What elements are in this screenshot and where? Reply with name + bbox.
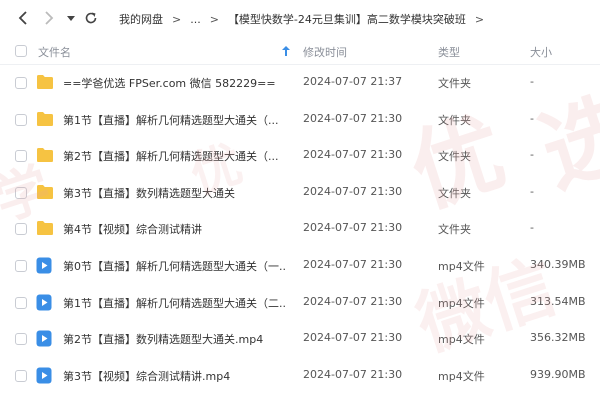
file-modified-time: 2024-07-07 21:30 (303, 184, 403, 198)
video-icon (36, 294, 54, 311)
file-modified-time: 2024-07-07 21:30 (303, 294, 403, 308)
video-icon (36, 257, 54, 274)
column-header-type[interactable]: 类型 (438, 44, 460, 60)
row-checkbox[interactable] (15, 260, 27, 272)
file-name[interactable]: 第1节【直播】解析几何精选题型大通关（二... (63, 295, 285, 311)
file-type: 文件夹 (438, 150, 471, 164)
file-type: 文件夹 (438, 223, 471, 237)
row-checkbox[interactable] (15, 369, 27, 382)
file-type: mp4文件 (438, 260, 485, 273)
folder-row[interactable]: 第1节【直播】解析几何精选题型大通关（... 2024-07-07 21:30 … (0, 102, 600, 138)
file-modified-time: 2024-07-07 21:30 (303, 331, 403, 345)
breadcrumb-item-home[interactable]: 我的网盘 (119, 11, 163, 27)
folder-icon (36, 111, 54, 128)
file-row[interactable]: 第1节【直播】解析几何精选题型大通关（二... 2024-07-07 21:30… (0, 285, 600, 321)
file-name[interactable]: 第4节【视频】综合测试精讲 (63, 221, 285, 237)
chevron-left-icon (18, 11, 27, 25)
file-size: - (530, 221, 534, 235)
file-row[interactable]: 第3节【视频】综合测试精讲.mp4 2024-07-07 21:30 mp4文件… (0, 358, 600, 393)
folder-icon (36, 74, 54, 91)
file-name[interactable]: 第0节【直播】解析几何精选题型大通关（一... (63, 258, 285, 274)
toolbar: 我的网盘 > ... > 【模型快数学-24元旦集训】高二数学模块突破班 > (0, 0, 600, 37)
file-name[interactable]: 第2节【直播】数列精选题型大通关.mp4 (63, 331, 285, 347)
file-type: mp4文件 (438, 333, 485, 347)
video-icon (36, 330, 54, 347)
breadcrumb: 我的网盘 > ... > 【模型快数学-24元旦集训】高二数学模块突破班 > (119, 11, 493, 27)
file-type: mp4文件 (438, 296, 485, 310)
file-modified-time: 2024-07-07 21:37 (303, 75, 403, 88)
folder-row[interactable]: 第2节【直播】解析几何精选题型大通关（... 2024-07-07 21:30 … (0, 138, 600, 174)
refresh-button[interactable] (82, 9, 100, 27)
breadcrumb-separator-icon: > (172, 12, 182, 26)
file-row[interactable]: 第0节【直播】解析几何精选题型大通关（一... 2024-07-07 21:30… (0, 248, 600, 284)
breadcrumb-separator-icon: > (209, 12, 219, 26)
file-modified-time: 2024-07-07 21:30 (303, 148, 403, 162)
file-name[interactable]: 第3节【直播】数列精选题型大通关 (63, 185, 285, 201)
file-modified-time: 2024-07-07 21:30 (303, 221, 403, 235)
file-row[interactable]: 第2节【直播】数列精选题型大通关.mp4 2024-07-07 21:30 mp… (0, 321, 600, 357)
row-checkbox[interactable] (15, 113, 27, 126)
row-checkbox[interactable] (15, 150, 27, 163)
forward-button[interactable] (40, 9, 58, 27)
folder-row[interactable]: 第4节【视频】综合测试精讲 2024-07-07 21:30 文件夹 - (0, 211, 600, 247)
file-name[interactable]: ==学爸优选 FPSer.com 微信 582229== (63, 75, 285, 91)
file-type: 文件夹 (438, 113, 471, 127)
file-modified-time: 2024-07-07 21:30 (303, 111, 403, 125)
file-size: 340.39MB (530, 258, 586, 271)
breadcrumb-item-ellipsis[interactable]: ... (190, 13, 201, 26)
back-button[interactable] (14, 9, 32, 27)
row-checkbox[interactable] (15, 186, 27, 199)
file-type: mp4文件 (438, 369, 485, 383)
row-checkbox[interactable] (15, 296, 27, 309)
select-all-checkbox[interactable] (15, 45, 27, 57)
file-modified-time: 2024-07-07 21:30 (303, 258, 403, 271)
row-checkbox[interactable] (15, 223, 27, 236)
caret-down-icon (67, 16, 75, 21)
folder-row[interactable]: 第3节【直播】数列精选题型大通关 2024-07-07 21:30 文件夹 - (0, 175, 600, 211)
refresh-icon (85, 12, 97, 24)
file-size: - (530, 75, 534, 88)
file-type: 文件夹 (438, 186, 471, 200)
column-header-modified[interactable]: 修改时间 (303, 44, 347, 60)
column-header-size[interactable]: 大小 (530, 44, 552, 60)
file-name[interactable]: 第3节【视频】综合测试精讲.mp4 (63, 368, 285, 384)
file-size: - (530, 111, 534, 125)
breadcrumb-separator-icon: > (474, 12, 485, 26)
row-checkbox[interactable] (15, 333, 27, 346)
file-list-header: 文件名 修改时间 类型 大小 (0, 37, 600, 65)
file-name[interactable]: 第2节【直播】解析几何精选题型大通关（... (63, 148, 285, 164)
folder-row[interactable]: ==学爸优选 FPSer.com 微信 582229== 2024-07-07 … (0, 65, 600, 101)
file-size: - (530, 184, 534, 198)
breadcrumb-item-current[interactable]: 【模型快数学-24元旦集训】高二数学模块突破班 (228, 11, 466, 27)
file-size: 939.90MB (530, 367, 586, 381)
history-dropdown-button[interactable] (62, 9, 80, 27)
sort-ascending-icon[interactable] (282, 46, 290, 56)
folder-icon (36, 147, 54, 164)
file-size: 356.32MB (530, 331, 586, 345)
chevron-right-icon (45, 11, 54, 25)
folder-icon (36, 184, 54, 201)
file-name[interactable]: 第1节【直播】解析几何精选题型大通关（... (63, 112, 285, 128)
file-size: 313.54MB (530, 294, 586, 308)
folder-icon (36, 220, 54, 237)
file-modified-time: 2024-07-07 21:30 (303, 367, 403, 381)
row-checkbox[interactable] (15, 77, 27, 89)
video-icon (36, 367, 54, 384)
column-header-name[interactable]: 文件名 (38, 44, 71, 60)
file-type: 文件夹 (438, 77, 471, 90)
file-size: - (530, 148, 534, 162)
